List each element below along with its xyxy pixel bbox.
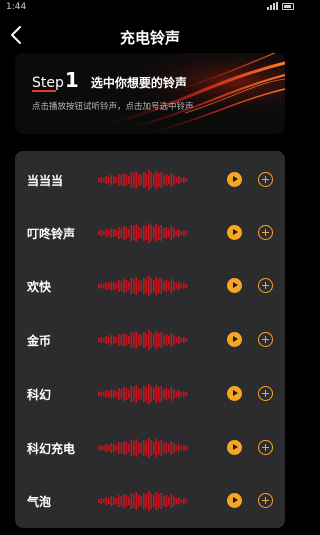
add-button[interactable] xyxy=(258,440,273,455)
play-button[interactable] xyxy=(227,332,242,347)
ringtone-name: 金币 xyxy=(27,334,52,348)
play-button[interactable] xyxy=(227,172,242,187)
signal-icon xyxy=(267,2,278,10)
ringtone-row[interactable]: 科幻 xyxy=(15,367,285,421)
waveform-icon xyxy=(98,438,188,458)
ringtone-name: 叮咚铃声 xyxy=(27,227,76,241)
waveform-icon xyxy=(98,491,188,511)
banner-swirl-graphic xyxy=(15,53,285,134)
ringtone-row[interactable]: 气泡 xyxy=(15,474,285,528)
play-button[interactable] xyxy=(227,440,242,455)
waveform-icon xyxy=(98,384,188,404)
play-button[interactable] xyxy=(227,386,242,401)
status-bar: 1:44 xyxy=(0,0,300,16)
ringtone-row[interactable]: 欢快 xyxy=(15,259,285,313)
step-banner: Step 1 选中你想要的铃声 点击播放按钮试听铃声，点击加号选中铃声 xyxy=(15,53,285,134)
ringtone-name: 当当当 xyxy=(27,174,64,188)
ringtone-name: 欢快 xyxy=(27,280,52,294)
waveform-icon xyxy=(98,330,188,350)
play-button[interactable] xyxy=(227,493,242,508)
ringtone-name: 科幻充电 xyxy=(27,442,76,456)
step-number: 1 xyxy=(64,68,79,92)
add-button[interactable] xyxy=(258,278,273,293)
step-underline xyxy=(32,90,56,92)
step-word: Step xyxy=(32,75,64,91)
ringtone-row[interactable]: 科幻充电 xyxy=(15,421,285,475)
waveform-icon xyxy=(98,223,188,243)
nav-bar: 充电铃声 xyxy=(0,20,300,50)
ringtone-list: 当当当叮咚铃声欢快金币科幻科幻充电气泡 xyxy=(15,151,285,528)
ringtone-name: 气泡 xyxy=(27,495,52,509)
play-button[interactable] xyxy=(227,278,242,293)
ringtone-row[interactable]: 叮咚铃声 xyxy=(15,206,285,260)
waveform-icon xyxy=(98,276,188,296)
step-label: Step 1 选中你想要的铃声 xyxy=(32,68,187,92)
page-title: 充电铃声 xyxy=(119,29,180,47)
add-button[interactable] xyxy=(258,225,273,240)
step-heading: 选中你想要的铃声 xyxy=(90,76,187,90)
status-time: 1:44 xyxy=(6,2,27,12)
ringtone-name: 科幻 xyxy=(27,388,52,402)
add-button[interactable] xyxy=(258,386,273,401)
add-button[interactable] xyxy=(258,332,273,347)
waveform-icon xyxy=(98,170,188,190)
add-button[interactable] xyxy=(258,172,273,187)
status-icons xyxy=(267,2,294,10)
step-hint: 点击播放按钮试听铃声，点击加号选中铃声 xyxy=(32,102,194,112)
battery-icon xyxy=(282,2,294,10)
play-button[interactable] xyxy=(227,225,242,240)
add-button[interactable] xyxy=(258,493,273,508)
ringtone-row[interactable]: 金币 xyxy=(15,313,285,367)
ringtone-row[interactable]: 当当当 xyxy=(15,153,285,207)
